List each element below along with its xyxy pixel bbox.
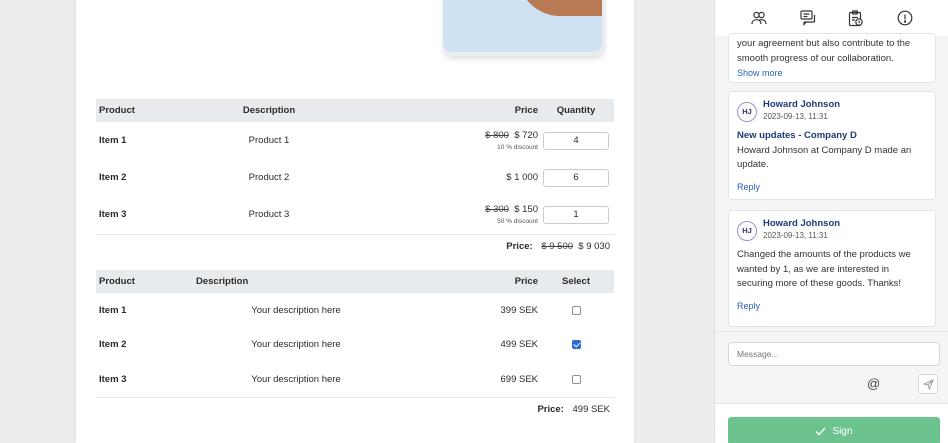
product-select-table: Product Description Price Select Item 1 … (96, 270, 614, 397)
product-name: Item 3 (99, 209, 127, 220)
comment-date: 2023-09-13, 11:31 (763, 231, 828, 240)
comment-text: Changed the amounts of the products we w… (737, 249, 911, 289)
comment-author: HJ Howard Johnson 2023-09-13, 11:31 (737, 218, 927, 241)
sign-button[interactable]: Sign (728, 417, 940, 443)
col-header-product: Product (96, 99, 196, 122)
price-cell: $ 300 $ 150 50 % discount (342, 196, 538, 233)
product-name: Item 3 (99, 373, 127, 385)
send-icon (922, 378, 934, 390)
product-name: Item 2 (99, 172, 127, 183)
col-header-description: Description (196, 99, 342, 122)
product-name: Item 1 (99, 304, 127, 316)
send-button[interactable] (918, 374, 938, 394)
price: $ 1 000 (506, 172, 538, 183)
price: 399 SEK (500, 304, 539, 316)
product-description: Your description here (251, 373, 341, 385)
sign-area: Sign (715, 403, 948, 443)
reply-link[interactable]: Reply (737, 299, 927, 314)
total-label: Price: (506, 241, 533, 252)
author-name: Howard Johnson (763, 218, 841, 229)
product-description: Product 2 (248, 172, 290, 183)
sign-label: Sign (832, 425, 853, 437)
price-cell: $ 800 $ 720 10 % discount (342, 122, 538, 159)
col-header-description: Description (196, 270, 396, 293)
col-header-price: Price (342, 99, 538, 122)
sidebar-toolbar (715, 0, 948, 36)
comment-card: HJ Howard Johnson 2023-09-13, 11:31 New … (728, 91, 936, 200)
comment-date: 2023-09-13, 11:31 (763, 112, 828, 121)
select-checkbox[interactable] (571, 305, 581, 315)
total-price: 499 SEK (572, 404, 611, 415)
reply-link[interactable]: Reply (737, 180, 927, 195)
author-name: Howard Johnson (763, 99, 841, 110)
mention-button[interactable]: @ (867, 376, 880, 391)
discount-label: 50 % discount (497, 218, 538, 225)
message-input[interactable] (728, 342, 940, 366)
participants-icon[interactable] (750, 9, 768, 27)
avatar: HJ (737, 102, 757, 122)
product-description: Product 1 (248, 135, 290, 146)
price: 499 SEK (500, 339, 539, 351)
table-row: Item 1 Product 1 $ 800 $ 720 10 % discou… (96, 122, 614, 159)
table-row: Item 3 Product 3 $ 300 $ 150 50 % discou… (96, 196, 614, 233)
original-price: $ 300 (485, 204, 509, 215)
comment-text: smooth progress of our collaboration. (737, 52, 894, 64)
document-area: Product Description Price Quantity Item … (0, 0, 714, 443)
comment-author: HJ Howard Johnson 2023-09-13, 11:31 (737, 99, 927, 122)
table2-total: Price: 499 SEK (96, 397, 614, 415)
comment-text-top: your agreement but also contribute to th… (737, 38, 911, 49)
comment-title: New updates - Company D (737, 130, 857, 141)
discounted-price: $ 150 (514, 204, 538, 215)
col-header-price: Price (396, 270, 538, 293)
quantity-input[interactable]: 1 (543, 205, 609, 224)
price-cell: $ 1 000 (342, 159, 538, 196)
table1-total: Price: $ 9 500 $ 9 030 (96, 234, 614, 252)
avatar: HJ (737, 221, 757, 241)
document-page: Product Description Price Quantity Item … (76, 0, 634, 443)
activity-log-icon[interactable] (847, 9, 865, 27)
select-checkbox[interactable] (571, 374, 581, 384)
info-icon[interactable] (896, 9, 914, 27)
select-checkbox[interactable] (571, 340, 581, 350)
show-more-link[interactable]: Show more (737, 66, 927, 81)
product-description: Product 3 (248, 209, 290, 220)
col-header-quantity: Quantity (538, 99, 614, 122)
product-description: Your description here (251, 339, 341, 351)
comment-card: HJ Howard Johnson 2023-09-13, 11:31 Chan… (728, 210, 936, 327)
original-price: $ 800 (485, 130, 509, 141)
quantity-input[interactable]: 4 (543, 131, 609, 150)
col-header-product: Product (96, 270, 196, 293)
discounted-price: $ 720 (514, 130, 538, 141)
comment-card: your agreement but also contribute to th… (728, 33, 936, 83)
product-quantity-table: Product Description Price Quantity Item … (96, 99, 614, 233)
comments-icon[interactable] (799, 9, 817, 27)
hand-illustration (518, 0, 602, 16)
total-label: Price: (537, 404, 564, 415)
checkmark-icon (815, 427, 826, 436)
product-description: Your description here (251, 304, 341, 316)
product-name: Item 2 (99, 339, 127, 351)
price: 699 SEK (500, 373, 539, 385)
comments-sidebar: your agreement but also contribute to th… (714, 0, 948, 443)
comment-text: Howard Johnson at Company D made an upda… (737, 144, 912, 171)
total-price: $ 9 030 (578, 241, 610, 252)
table-row: Item 2 Product 2 $ 1 000 6 (96, 159, 614, 196)
col-header-select: Select (538, 270, 614, 293)
quantity-input[interactable]: 6 (543, 168, 609, 187)
image-background (443, 0, 602, 52)
table-row: Item 3 Your description here 699 SEK (96, 362, 614, 397)
discount-label: 10 % discount (497, 144, 538, 151)
total-original: $ 9 500 (541, 241, 574, 252)
table-row: Item 1 Your description here 399 SEK (96, 293, 614, 328)
message-composer: @ (715, 331, 948, 401)
product-name: Item 1 (99, 135, 127, 146)
table-row: Item 2 Your description here 499 SEK (96, 328, 614, 363)
product-image (443, 0, 605, 56)
